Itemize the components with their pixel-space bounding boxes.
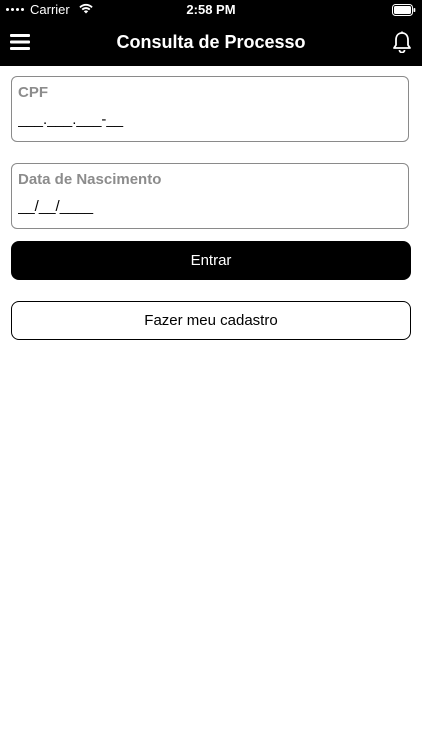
status-bar: Carrier 2:58 PM [0, 0, 422, 20]
birth-date-field[interactable]: Data de Nascimento [11, 163, 409, 229]
register-button[interactable]: Fazer meu cadastro [11, 301, 411, 340]
cpf-label: CPF [18, 84, 48, 101]
cpf-input[interactable] [18, 111, 398, 128]
nav-bar: Consulta de Processo [0, 20, 422, 66]
page-title: Consulta de Processo [116, 32, 306, 52]
battery-icon [392, 4, 416, 19]
bell-icon[interactable] [392, 31, 412, 54]
cpf-field[interactable]: CPF [11, 76, 409, 142]
screen: Carrier 2:58 PM Consulta de Processo CPF… [0, 0, 422, 750]
status-time: 2:58 PM [186, 2, 236, 17]
birth-date-input[interactable] [18, 198, 398, 215]
login-button[interactable]: Entrar [11, 241, 411, 280]
birth-date-label: Data de Nascimento [18, 171, 162, 188]
